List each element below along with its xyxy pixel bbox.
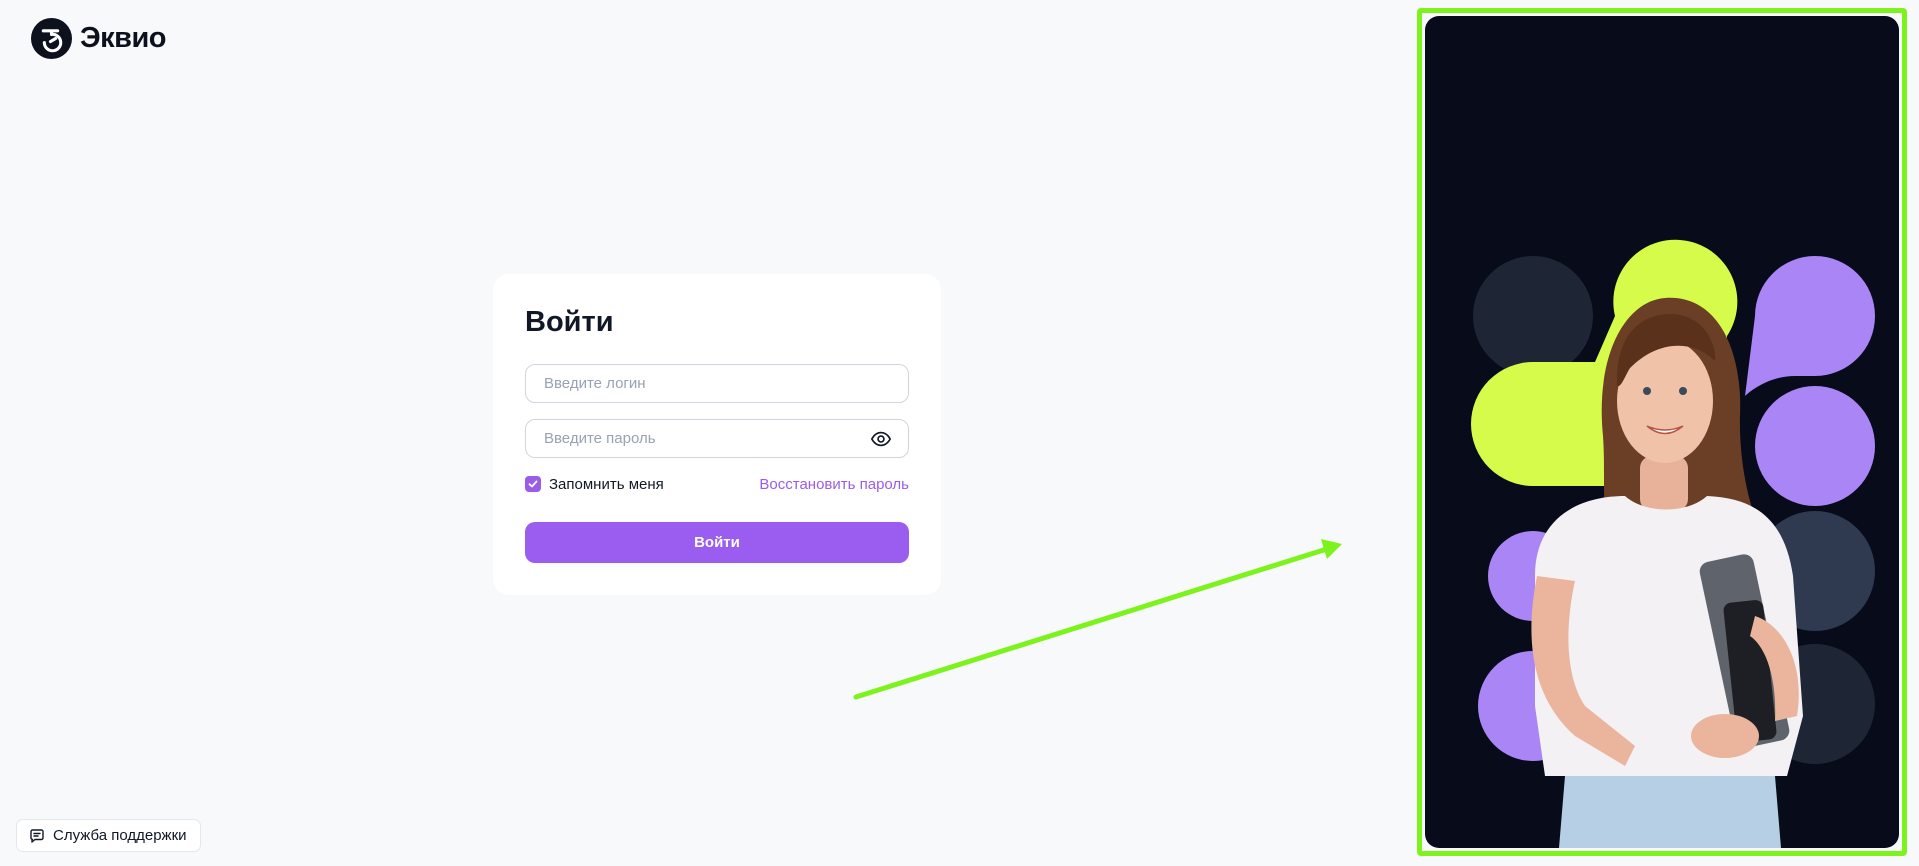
promo-illustration: [1425, 16, 1899, 848]
restore-password-link[interactable]: Восстановить пароль: [759, 476, 909, 493]
check-icon: [528, 480, 538, 488]
login-submit-button[interactable]: Войти: [525, 522, 909, 563]
password-field[interactable]: [525, 419, 909, 458]
checkbox-box[interactable]: [525, 476, 541, 492]
brand-name: Эквио: [80, 22, 167, 54]
neck-shape: [1640, 456, 1688, 511]
eye-right: [1679, 387, 1687, 395]
highlight-frame: [1417, 8, 1907, 856]
logo-icon: [31, 18, 72, 59]
purple-circle: [1755, 386, 1875, 506]
hands-shape: [1691, 714, 1759, 758]
dark-circle: [1473, 256, 1593, 376]
login-input[interactable]: [542, 374, 892, 393]
eye-left: [1643, 387, 1651, 395]
chat-icon: [30, 828, 44, 843]
purple-blob: [1745, 256, 1875, 396]
login-card: Войти Запомнить меня Восстановить пароль: [493, 274, 941, 595]
illustration-graphic: [1471, 239, 1875, 848]
brand-logo[interactable]: Эквио: [31, 18, 167, 59]
support-button[interactable]: Служба поддержки: [16, 819, 201, 852]
support-label: Служба поддержки: [53, 827, 187, 844]
login-title: Войти: [525, 306, 614, 338]
login-field[interactable]: [525, 364, 909, 403]
remember-me-checkbox[interactable]: Запомнить меня: [525, 476, 664, 493]
password-input[interactable]: [542, 429, 870, 448]
jeans-shape: [1559, 776, 1781, 848]
login-page: Эквио Войти Запомнить меня Восс: [0, 0, 1919, 866]
remember-me-label: Запомнить меня: [549, 475, 664, 493]
eye-icon[interactable]: [870, 428, 892, 450]
login-options-row: Запомнить меня Восстановить пароль: [525, 472, 909, 496]
